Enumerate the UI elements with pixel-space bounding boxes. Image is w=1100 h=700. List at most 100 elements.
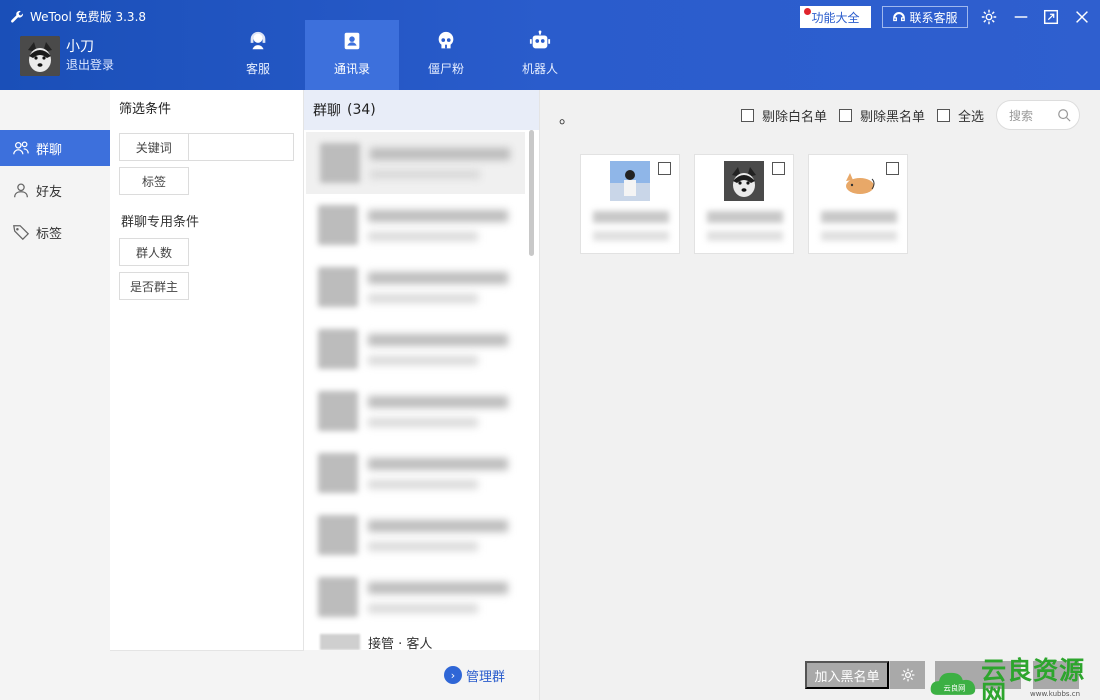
logout-link[interactable]: 退出登录 (66, 56, 114, 74)
list-item-partial[interactable]: 接管 · 客人 (304, 634, 528, 652)
option-label: 剔除白名单 (761, 109, 827, 125)
minimize-icon[interactable] (1012, 8, 1030, 26)
watermark-logo-text: 云良网 (944, 683, 966, 692)
member-id-blurred (821, 231, 897, 241)
search-input[interactable]: 搜索 (996, 100, 1080, 130)
member-checkbox[interactable] (886, 162, 899, 175)
is-owner-filter-button[interactable]: 是否群主 (119, 272, 189, 300)
group-id-blurred (368, 231, 478, 241)
group-name-blurred (368, 333, 508, 346)
group-avatar (318, 391, 358, 431)
nav-robot[interactable]: 机器人 (493, 20, 587, 90)
group-avatar (318, 267, 358, 307)
filter-panel: 筛选条件 关键词 标签 群聊专用条件 群人数 是否群主 (110, 90, 304, 650)
keyword-input[interactable] (188, 133, 294, 161)
member-card[interactable] (694, 154, 794, 254)
checkbox[interactable] (838, 108, 852, 122)
close-icon[interactable] (1073, 8, 1091, 26)
sidebar-label: 群聊 (36, 142, 63, 158)
watermark-url: www.kubbs.cn (1030, 690, 1081, 698)
member-count-filter-button[interactable]: 群人数 (119, 238, 189, 266)
nav-zombie-fans[interactable]: 僵尸粉 (399, 20, 493, 90)
user-profile[interactable]: 小刀 退出登录 (20, 36, 114, 76)
manage-label: 管理群 (465, 669, 505, 685)
list-item[interactable] (304, 380, 539, 442)
sidebar-item-group-chat[interactable]: 群聊 (0, 130, 110, 166)
contact-support-button[interactable]: 联系客服 (882, 6, 968, 28)
main-nav: 客服 通讯录 僵尸粉 机器人 (211, 20, 587, 90)
settings-gear-icon[interactable] (980, 8, 998, 26)
group-list: 群聊 (34) (304, 90, 540, 650)
member-checkbox[interactable] (658, 162, 671, 175)
sidebar-item-tags[interactable]: 标签 (0, 214, 110, 250)
wrench-icon (11, 10, 23, 23)
list-item[interactable] (304, 442, 539, 504)
member-options: 剔除白名单 剔除黑名单 全选 搜索 (740, 100, 1080, 130)
maximize-icon[interactable] (1042, 8, 1060, 26)
member-id-blurred (593, 231, 669, 241)
group-name-blurred (368, 271, 508, 284)
blacklist-settings-button[interactable] (889, 661, 925, 689)
group-name-blurred (368, 209, 508, 222)
group-filter-title: 群聊专用条件 (121, 215, 200, 230)
exclude-whitelist-checkbox[interactable]: 剔除白名单 (740, 106, 827, 125)
exclude-blacklist-checkbox[interactable]: 剔除黑名单 (838, 106, 925, 125)
member-avatar (610, 161, 650, 201)
member-checkbox[interactable] (772, 162, 785, 175)
member-avatar (724, 161, 764, 201)
sidebar-label: 好友 (36, 184, 63, 200)
group-avatar (320, 634, 360, 650)
filter-footer (110, 650, 304, 700)
chevron-right-icon: › (443, 666, 462, 684)
sidebar-item-friends[interactable]: 好友 (0, 172, 110, 208)
member-card[interactable] (580, 154, 680, 254)
member-card[interactable] (808, 154, 908, 254)
tag-filter-button[interactable]: 标签 (119, 167, 189, 195)
group-name-blurred (368, 519, 508, 532)
group-count: (34) (347, 102, 376, 118)
nav-customer-service[interactable]: 客服 (211, 20, 305, 90)
sidebar-label: 标签 (36, 226, 63, 242)
list-item[interactable] (304, 504, 539, 566)
member-cards (580, 154, 908, 254)
group-list-scrollbar[interactable] (529, 130, 534, 256)
nav-label: 客服 (245, 62, 270, 76)
search-icon (1058, 109, 1071, 122)
list-item[interactable] (304, 194, 539, 256)
list-item[interactable] (304, 566, 539, 628)
group-name-blurred (368, 581, 508, 594)
nav-contacts[interactable]: 通讯录 (305, 20, 399, 90)
list-item[interactable] (304, 256, 539, 318)
select-all-checkbox[interactable]: 全选 (936, 106, 984, 125)
headset-icon (250, 31, 266, 50)
nav-label: 通讯录 (333, 62, 370, 76)
contacts-icon (344, 32, 360, 50)
list-item[interactable] (304, 318, 539, 380)
member-avatar (838, 161, 878, 201)
add-blacklist-button[interactable]: 加入黑名单 (805, 661, 889, 689)
features-label: 功能大全 (811, 10, 860, 25)
skull-icon (438, 31, 454, 49)
title-bar: WeTool 免费版 3.3.8 (10, 8, 146, 25)
gear-icon (901, 668, 914, 682)
headset-icon (893, 12, 906, 22)
app-header: WeTool 免费版 3.3.8 小刀 退出登录 客服 通讯录 僵尸粉 机器人 … (0, 0, 1100, 90)
group-id-blurred (368, 355, 478, 365)
group-chat-icon (13, 141, 29, 155)
keyword-filter-button[interactable]: 关键词 (119, 133, 189, 161)
group-id-blurred (368, 541, 478, 551)
member-id-blurred (707, 231, 783, 241)
group-name-blurred (370, 147, 510, 160)
list-item[interactable] (306, 132, 525, 194)
manage-groups-button[interactable]: › 管理群 (443, 666, 505, 685)
app-title: WeTool 免费版 3.3.8 (30, 10, 147, 24)
checkbox[interactable] (936, 108, 950, 122)
group-name-blurred (368, 457, 508, 470)
group-name: 接管 · 客人 (368, 636, 433, 652)
features-button[interactable]: 功能大全 (800, 6, 871, 28)
group-id-blurred (368, 417, 478, 427)
tag-icon (13, 225, 30, 241)
checkbox[interactable] (740, 108, 754, 122)
friend-icon (14, 183, 28, 198)
group-avatar (318, 453, 358, 493)
